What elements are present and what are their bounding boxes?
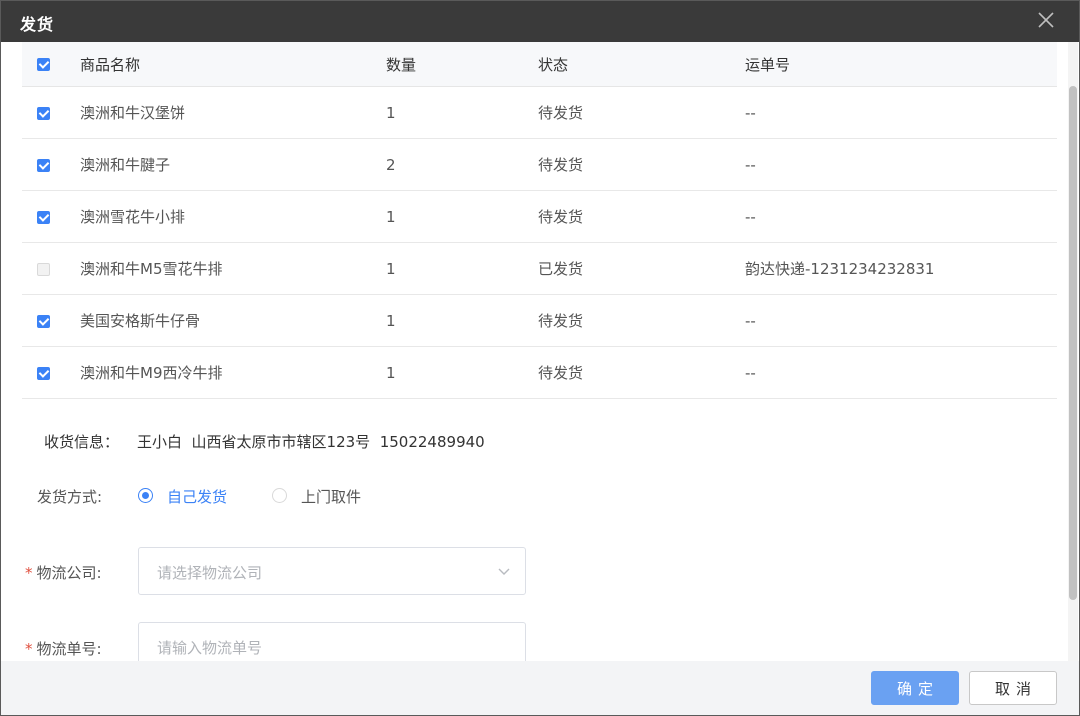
product-name-cell: 澳洲和牛M9西冷牛排 (80, 346, 386, 399)
status-cell: 待发货 (538, 294, 745, 347)
row-checkbox[interactable] (37, 106, 50, 120)
tracking-number-cell: -- (745, 294, 1057, 347)
radio-self-ship[interactable] (138, 488, 153, 503)
dialog-title: 发货 (20, 15, 55, 34)
logistics-company-placeholder: 请选择物流公司 (157, 564, 263, 582)
close-icon[interactable] (1035, 9, 1057, 31)
required-mark: * (25, 640, 33, 658)
goods-table: 商品名称 数量 状态 运单号 澳洲和牛汉堡饼 1 待发货 -- 澳洲和牛腱子 2 待发货 --… (22, 42, 1057, 399)
quantity-cell: 1 (386, 242, 538, 295)
chevron-down-icon (498, 568, 510, 575)
row-checkbox[interactable] (37, 158, 50, 172)
product-name-cell: 澳洲雪花牛小排 (80, 190, 386, 243)
dialog-content[interactable]: 商品名称 数量 状态 运单号 澳洲和牛汉堡饼 1 待发货 -- 澳洲和牛腱子 2 待发货 --… (1, 42, 1069, 661)
ship-dialog: 发货 商品名称 数量 状态 运单号 澳洲和牛汉堡饼 1 待发货 -- 澳洲和牛腱子 2 待发… (0, 0, 1080, 716)
table-row: 澳洲和牛汉堡饼 1 待发货 -- (22, 86, 1057, 139)
quantity-cell: 1 (386, 294, 538, 347)
table-row: 澳洲和牛M9西冷牛排 1 待发货 -- (22, 346, 1057, 399)
logistics-company-select[interactable]: 请选择物流公司 (138, 547, 526, 595)
row-checkbox (37, 262, 50, 276)
tracking-number-cell: -- (745, 346, 1057, 399)
logistics-company-label: 物流公司: (36, 564, 102, 582)
header-name: 商品名称 (80, 42, 386, 87)
status-cell: 待发货 (538, 86, 745, 139)
tracking-number-label-wrap: * 物流单号: (25, 638, 102, 659)
quantity-cell: 2 (386, 138, 538, 191)
confirm-button[interactable]: 确定 (871, 671, 959, 705)
tracking-number-cell: 韵达快递-1231234232831 (745, 242, 1057, 295)
receiver-info: 收货信息： 王小白 山西省太原市市辖区123号 15022489940 (44, 431, 485, 452)
row-select-cell[interactable] (22, 190, 80, 243)
tracking-number-cell: -- (745, 86, 1057, 139)
radio-pickup[interactable] (272, 488, 287, 503)
select-all-checkbox[interactable] (37, 58, 50, 71)
quantity-cell: 1 (386, 190, 538, 243)
receiver-label: 收货信息： (44, 433, 120, 451)
tracking-number-cell: -- (745, 190, 1057, 243)
row-checkbox[interactable] (37, 366, 50, 380)
row-select-cell[interactable] (22, 86, 80, 139)
row-select-cell[interactable] (22, 346, 80, 399)
radio-pickup-label[interactable]: 上门取件 (301, 486, 361, 507)
product-name-cell: 澳洲和牛腱子 (80, 138, 386, 191)
status-cell: 待发货 (538, 346, 745, 399)
table-row: 澳洲雪花牛小排 1 待发货 -- (22, 190, 1057, 243)
content-scrollbar[interactable] (1068, 42, 1078, 661)
quantity-cell: 1 (386, 86, 538, 139)
product-name-cell: 澳洲和牛汉堡饼 (80, 86, 386, 139)
row-select-cell[interactable] (22, 242, 80, 295)
row-select-cell[interactable] (22, 294, 80, 347)
logistics-company-label-wrap: * 物流公司: (25, 562, 102, 583)
header-select-all[interactable] (22, 42, 80, 87)
shipping-method-label: 发货方式: (37, 488, 103, 506)
header-tracking: 运单号 (745, 42, 1057, 87)
dialog-titlebar: 发货 (1, 1, 1079, 42)
tracking-number-cell: -- (745, 138, 1057, 191)
tracking-number-label: 物流单号: (36, 640, 102, 658)
row-select-cell[interactable] (22, 138, 80, 191)
row-checkbox[interactable] (37, 210, 50, 224)
quantity-cell: 1 (386, 346, 538, 399)
table-row: 美国安格斯牛仔骨 1 待发货 -- (22, 294, 1057, 347)
table-row: 澳洲和牛M5雪花牛排 1 已发货 韵达快递-1231234232831 (22, 242, 1057, 295)
receiver-value: 王小白 山西省太原市市辖区123号 15022489940 (137, 433, 485, 451)
table-row: 澳洲和牛腱子 2 待发货 -- (22, 138, 1057, 191)
required-mark: * (25, 564, 33, 582)
scrollbar-thumb[interactable] (1069, 86, 1077, 600)
radio-self-ship-label[interactable]: 自己发货 (167, 486, 227, 507)
table-header-row: 商品名称 数量 状态 运单号 (22, 42, 1057, 87)
row-checkbox[interactable] (37, 314, 50, 328)
tracking-number-placeholder: 请输入物流单号 (157, 639, 263, 657)
status-cell: 待发货 (538, 138, 745, 191)
status-cell: 待发货 (538, 190, 745, 243)
status-cell: 已发货 (538, 242, 745, 295)
dialog-footer: 确定 取消 (1, 661, 1079, 715)
product-name-cell: 澳洲和牛M5雪花牛排 (80, 242, 386, 295)
header-status: 状态 (538, 42, 745, 87)
header-qty: 数量 (386, 42, 538, 87)
tracking-number-input[interactable]: 请输入物流单号 (138, 622, 526, 661)
cancel-button[interactable]: 取消 (969, 671, 1057, 705)
product-name-cell: 美国安格斯牛仔骨 (80, 294, 386, 347)
